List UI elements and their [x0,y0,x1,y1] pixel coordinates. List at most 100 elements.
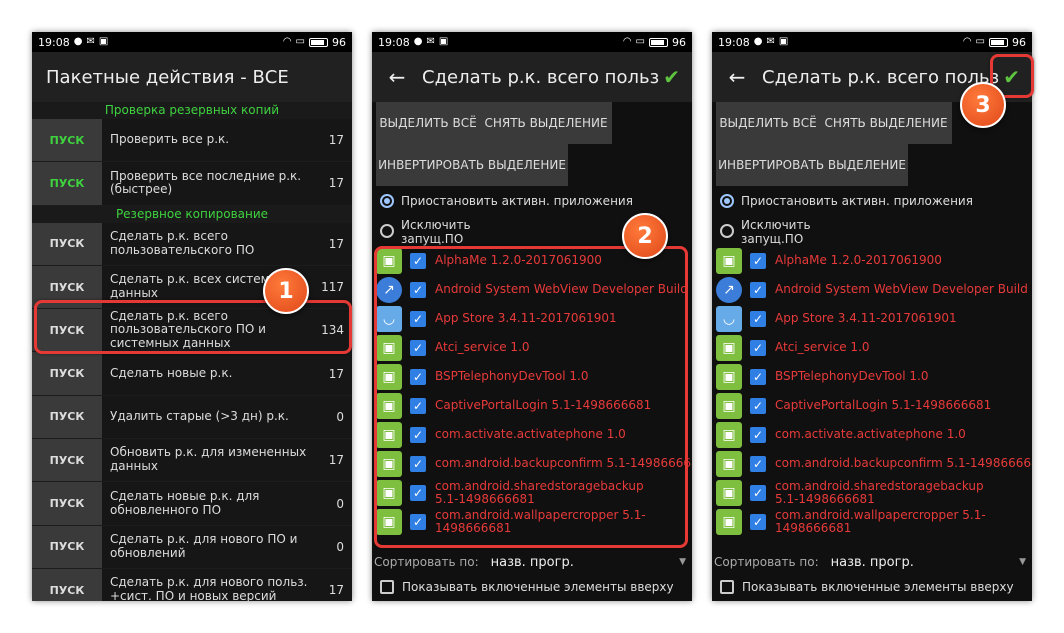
app-name: com.android.backupconfirm 5.1-1498666681 [775,457,1032,471]
mail-icon: ✉ [426,36,435,47]
list-item[interactable]: ↗ ✓ Android System WebView Developer Build [712,275,1032,304]
time: 19:08 [378,35,410,49]
invert-selection-button[interactable]: ИНВЕРТИРОВАТЬ ВЫДЕЛЕНИЕ [716,144,908,186]
list-item[interactable]: ▣ ✓ com.android.backupconfirm 5.1-14986666… [712,450,1032,479]
app-list: ▣ ✓ AlphaMe 1.2.0-2017061900 ↗ ✓ Android Sys… [712,246,1032,548]
app-name: AlphaMe 1.2.0-2017061900 [775,253,942,267]
mail-icon: ✉ [766,36,775,47]
select-all-button[interactable]: ВЫДЕЛИТЬ ВСЁ [376,102,480,144]
batch-label: Удалить старые (>3 дн) р.к. [110,409,289,424]
batch-label: Сделать р.к. для нового польз. +сист. ПО… [110,575,308,601]
show-enabled-row[interactable]: Показывать включенные элементы вверху [372,576,692,598]
section-header: Проверка резервных копий [32,102,352,119]
run-button[interactable]: ПУСК [32,525,102,568]
sort-row[interactable]: Сортировать по: назв. прогр. ▼ [372,548,692,576]
run-button[interactable]: ПУСК [32,222,102,265]
select-all-button[interactable]: ВЫДЕЛИТЬ ВСЁ [716,102,820,144]
section-header: Резервное копирование [32,205,352,223]
app-name: CaptivePortalLogin 5.1-1498666681 [775,399,992,413]
android-icon: ▣ [716,247,742,274]
batch-label: Сделать р.к. всего пользовательского ПО [110,228,255,257]
batch-row: ПУСК Сделать р.к. для нового польз. +сист… [32,568,352,601]
batch-row: ПУСК Сделать новые р.к. 17 [32,352,352,396]
batch-row: ПУСК Удалить старые (>3 дн) р.к. 0 [32,395,352,440]
image-icon: ▣ [778,36,789,47]
screen-icon: ▭ [295,36,305,47]
run-button[interactable]: ПУСК [32,482,102,525]
android-icon: ▣ [716,334,742,361]
list-item[interactable]: ▣ ✓ AlphaMe 1.2.0-2017061900 [712,246,1032,275]
list-item[interactable]: ▣ ✓ CaptivePortalLogin 5.1-1498666681 [712,391,1032,420]
checkbox-checked-icon[interactable]: ✓ [750,485,766,502]
batch-count: 17 [328,366,344,381]
batch-label: Обновить р.к. для измененных данных [110,445,307,474]
deselect-button[interactable]: СНЯТЬ ВЫДЕЛЕНИЕ [480,102,612,144]
invert-selection-button[interactable]: ИНВЕРТИРОВАТЬ ВЫДЕЛЕНИЕ [376,144,568,186]
app-name: App Store 3.4.11-2017061901 [775,311,957,325]
radio-exclude-running[interactable] [720,224,734,238]
run-button[interactable]: ПУСК [32,395,102,439]
checkbox-unchecked-icon[interactable] [720,580,734,594]
screen-icon: ▭ [635,36,645,47]
webview-icon: ↗ [716,276,742,303]
checkbox-checked-icon[interactable]: ✓ [750,339,766,356]
batch-row: ПУСК Обновить р.к. для измененных данных 1… [32,439,352,483]
app-name: com.android.sharedstoragebackup 5.1-1498… [775,479,984,507]
batch-count: 17 [328,453,344,468]
checkbox-checked-icon[interactable]: ✓ [750,398,766,415]
run-button[interactable]: ПУСК [32,119,102,162]
run-button[interactable]: ПУСК [32,568,102,601]
sort-select[interactable]: назв. прогр. [491,555,679,570]
radio-exclude-running[interactable] [380,224,394,238]
batch-label: Сделать новые р.к. для обновленного ПО [110,488,260,517]
batch-row: ПУСК Сделать р.к. для нового ПО и обновле… [32,525,352,569]
list-item[interactable]: ▣ ✓ com.android.sharedstoragebackup 5.1-14… [712,479,1032,508]
android-icon: ▣ [716,509,742,536]
batch-row: ПУСК Сделать р.к. всего пользовательского… [32,222,352,266]
battery-level: 96 [332,35,346,49]
store-icon: ◡ [716,305,742,332]
status-bar: 19:08 ● ✉ ▣ ◠ ▭ 96 [372,32,692,52]
show-enabled-row[interactable]: Показывать включенные элементы вверху [712,576,1032,598]
checkbox-checked-icon[interactable]: ✓ [750,427,766,444]
image-icon: ▣ [98,36,109,47]
radio-pause-apps[interactable] [720,194,734,208]
checkbox-checked-icon[interactable]: ✓ [750,281,766,298]
image-icon: ▣ [438,36,449,47]
app-name: com.android.wallpapercropper 5.1-1498666… [775,508,986,536]
back-arrow-icon[interactable]: ← [372,65,422,89]
battery-icon [649,37,668,47]
list-item[interactable]: ▣ ✓ Atci_service 1.0 [712,333,1032,362]
checkbox-checked-icon[interactable]: ✓ [750,368,766,385]
run-button[interactable]: ПУСК [32,352,102,395]
checkbox-checked-icon[interactable]: ✓ [750,514,766,531]
radio-pause-label: Приостановить активн. приложения [401,194,633,208]
batch-count: 0 [336,539,344,554]
list-item[interactable]: ▣ ✓ com.android.wallpapercropper 5.1-14986… [712,508,1032,537]
back-arrow-icon[interactable]: ← [712,65,762,89]
list-item[interactable]: ▣ ✓ com.activate.activatephone 1.0 [712,421,1032,450]
wifi-icon: ◠ [962,36,972,47]
radio-pause-apps[interactable] [380,194,394,208]
run-button[interactable]: ПУСК [32,439,102,482]
battery-level: 96 [672,35,686,49]
android-icon: ▣ [716,393,742,420]
checkbox-checked-icon[interactable]: ✓ [750,252,766,269]
batch-row: ПУСК Сделать новые р.к. для обновленного … [32,482,352,526]
sort-select[interactable]: назв. прогр. [831,555,1019,570]
mail-icon: ✉ [86,36,95,47]
confirm-check-icon[interactable]: ✔ [663,65,680,89]
run-button[interactable]: ПУСК [32,162,102,205]
checkbox-checked-icon[interactable]: ✓ [750,310,766,327]
checkbox-checked-icon[interactable]: ✓ [750,456,766,473]
android-icon: ▣ [716,480,742,507]
status-bar: 19:08 ● ✉ ▣ ◠ ▭ 96 [32,32,352,52]
list-item[interactable]: ▣ ✓ BSPTelephonyDevTool 1.0 [712,362,1032,391]
time: 19:08 [718,35,750,49]
checkbox-unchecked-icon[interactable] [380,580,394,594]
deselect-button[interactable]: СНЯТЬ ВЫДЕЛЕНИЕ [820,102,952,144]
list-item[interactable]: ◡ ✓ App Store 3.4.11-2017061901 [712,304,1032,333]
sort-row[interactable]: Сортировать по: назв. прогр. ▼ [712,548,1032,576]
radio-exclude-label: Исключить запущ.ПО [741,218,811,247]
screen-icon: ▭ [975,36,985,47]
